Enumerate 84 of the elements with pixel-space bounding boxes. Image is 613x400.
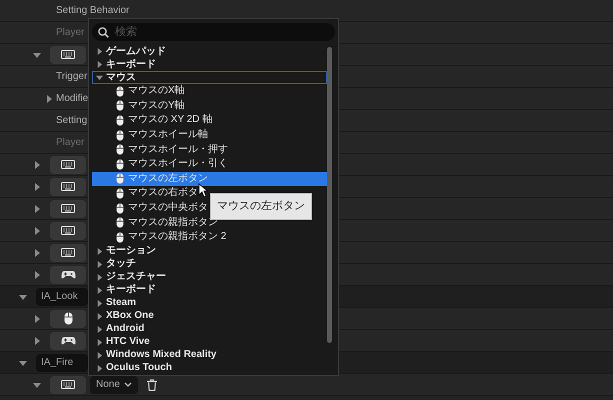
keyboard-icon <box>61 248 75 257</box>
keyboard-icon <box>61 182 75 191</box>
list-item[interactable]: マウスホイール・押す <box>92 142 229 157</box>
category-item[interactable]: モーション <box>92 244 327 258</box>
gamepad-icon <box>60 336 76 345</box>
mouse-icon <box>116 202 124 214</box>
search-field[interactable]: 検索 <box>115 24 315 40</box>
device-button[interactable] <box>50 222 86 240</box>
category-item[interactable]: HTC Vive <box>92 336 327 349</box>
category-item[interactable]: Windows Mixed Reality <box>92 348 327 362</box>
expand-arrow-icon[interactable] <box>33 248 41 256</box>
list-item[interactable]: マウスの XY 2D 軸 <box>92 113 214 128</box>
device-button[interactable] <box>50 310 86 328</box>
expand-arrow-icon[interactable] <box>33 160 41 168</box>
property-label: Setting <box>56 114 88 128</box>
list-item[interactable]: マウスの右ボタ <box>92 186 199 201</box>
mouse-icon <box>116 188 124 199</box>
list-item[interactable]: マウスの中央ボタ <box>92 200 209 216</box>
mouse-icon <box>116 86 124 97</box>
mouse-icon <box>116 144 124 156</box>
expand-arrow-icon[interactable] <box>45 94 53 102</box>
chevron-icon <box>124 382 132 387</box>
device-button[interactable] <box>50 178 86 196</box>
search-icon <box>98 26 109 38</box>
expand-arrow-icon[interactable] <box>33 204 41 212</box>
mouse-icon <box>64 312 72 325</box>
device-button[interactable] <box>50 376 86 394</box>
mouse-icon <box>116 130 124 141</box>
keyboard-icon <box>61 204 75 213</box>
list-item[interactable]: マウスの親指ボタン 2 <box>92 230 228 245</box>
category-item[interactable]: キーボード <box>92 58 327 71</box>
property-label: Player <box>56 26 84 40</box>
list-item[interactable]: マウスのX軸 <box>92 84 186 99</box>
list-item[interactable]: マウスのY軸 <box>92 98 186 114</box>
property-label: Modifie <box>56 92 88 106</box>
category-item[interactable]: Android <box>92 322 327 336</box>
expand-arrow-icon[interactable] <box>33 336 41 344</box>
device-button[interactable] <box>50 46 86 64</box>
device-button[interactable] <box>50 332 86 350</box>
device-button[interactable] <box>50 266 86 284</box>
keyboard-icon <box>61 160 75 169</box>
mouse-icon <box>116 173 124 184</box>
category-item[interactable]: マウス <box>92 71 327 84</box>
collapse-arrow-icon[interactable] <box>33 380 41 388</box>
action-name-field[interactable]: IA_Look <box>36 288 88 306</box>
keyboard-icon <box>61 226 75 235</box>
keyboard-icon <box>61 50 75 59</box>
category-item[interactable]: XBox One <box>92 310 327 323</box>
mouse-icon <box>116 217 124 228</box>
mouse-icon <box>116 100 124 112</box>
category-item[interactable]: ジェスチャー <box>92 270 327 284</box>
device-button[interactable] <box>50 200 86 218</box>
cursor-icon <box>198 183 208 198</box>
property-label: Setting Behavior <box>56 4 130 18</box>
collapse-arrow-icon[interactable] <box>19 358 27 366</box>
action-name-field[interactable]: IA_Fire <box>36 354 88 372</box>
scrollbar[interactable] <box>327 47 332 343</box>
expand-arrow-icon[interactable] <box>33 270 41 278</box>
expand-arrow-icon[interactable] <box>33 314 41 322</box>
list-item[interactable]: マウスホイール・引く <box>92 156 229 172</box>
list-item[interactable]: マウスホイール軸 <box>92 128 209 142</box>
key-dropdown[interactable]: None <box>90 376 138 394</box>
tooltip: マウスの左ボタン <box>210 193 312 220</box>
category-item[interactable]: ゲームパッド <box>92 45 327 58</box>
category-item[interactable]: キーボード <box>92 284 327 297</box>
device-button[interactable] <box>50 244 86 262</box>
expand-arrow-icon[interactable] <box>33 226 41 234</box>
mouse-icon <box>116 232 124 243</box>
keyboard-icon <box>61 380 75 389</box>
device-button[interactable] <box>50 156 86 174</box>
trash-icon[interactable] <box>146 378 157 390</box>
category-item[interactable]: Oculus Touch <box>92 362 327 375</box>
category-item[interactable]: タッチ <box>92 258 327 271</box>
collapse-arrow-icon[interactable] <box>19 292 27 300</box>
collapse-arrow-icon[interactable] <box>33 50 41 58</box>
mouse-icon <box>116 158 124 170</box>
property-label: Player <box>56 136 84 150</box>
gamepad-icon <box>60 270 76 279</box>
collapse-arrow-icon[interactable] <box>96 74 103 81</box>
property-label: Trigger <box>56 70 88 84</box>
category-item[interactable]: Steam <box>92 296 327 310</box>
mouse-icon <box>116 114 124 126</box>
expand-arrow-icon[interactable] <box>33 182 41 190</box>
search-bar[interactable]: 検索 <box>92 23 335 41</box>
